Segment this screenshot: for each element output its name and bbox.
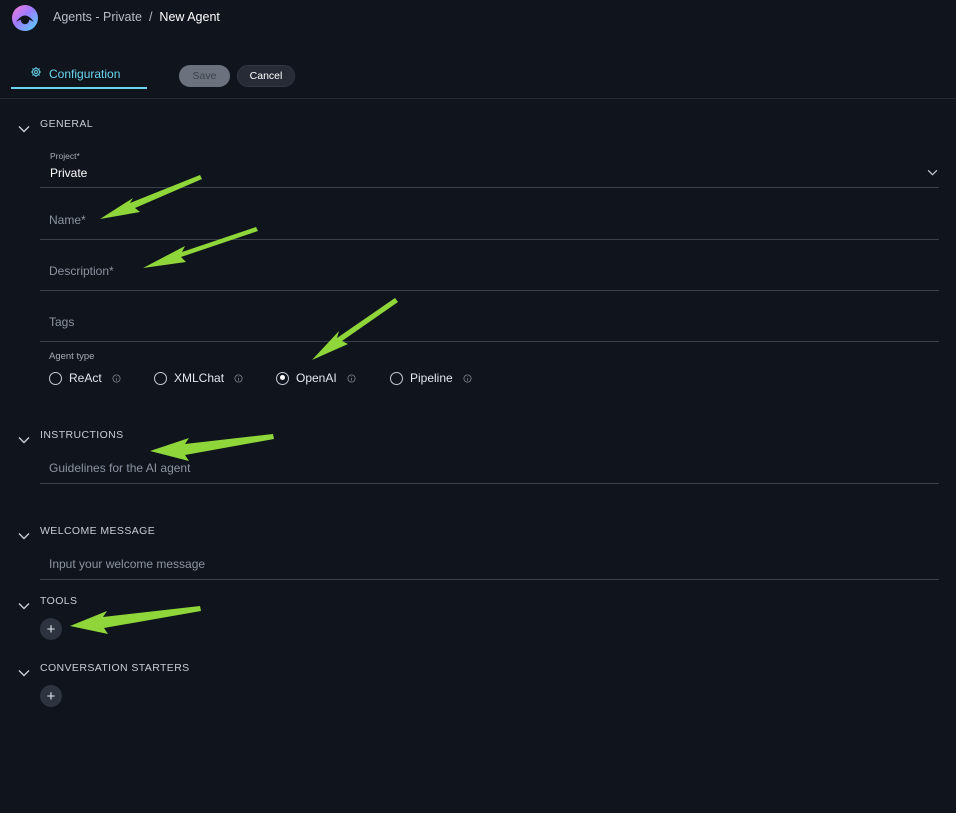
app-logo-icon[interactable] (10, 3, 40, 33)
section-title-general: GENERAL (40, 118, 93, 130)
section-title-conversation-starters: CONVERSATION STARTERS (40, 662, 190, 674)
agent-type-option-label: XMLChat (174, 371, 225, 385)
info-icon[interactable] (112, 373, 121, 383)
project-select[interactable]: Project* Private (40, 149, 939, 187)
annotation-arrow (312, 298, 398, 360)
description-underline (40, 290, 939, 291)
add-conversation-starter-button[interactable]: + (40, 685, 62, 707)
tab-configuration[interactable]: Configuration (11, 60, 147, 89)
radio-button[interactable] (390, 371, 403, 385)
agent-type-option-openai[interactable]: OpenAI (276, 371, 390, 385)
info-icon[interactable] (234, 373, 243, 383)
agent-type-radio-group: ReAct XMLChat OpenAI Pipeline (49, 371, 472, 385)
gear-icon (30, 66, 42, 81)
section-title-tools: TOOLS (40, 595, 78, 607)
instructions-field[interactable]: Guidelines for the AI agent (49, 461, 929, 475)
tags-underline (40, 341, 939, 342)
annotation-arrow (143, 227, 258, 268)
annotation-arrows (70, 175, 398, 634)
agent-type-label: Agent type (49, 351, 95, 362)
chevron-down-icon (927, 169, 938, 176)
welcome-message-underline (40, 579, 939, 580)
chevron-down-icon (18, 670, 30, 677)
instructions-collapse-toggle[interactable] (18, 431, 30, 449)
chevron-down-icon (18, 437, 30, 444)
breadcrumb: Agents - Private / New Agent (53, 10, 220, 24)
breadcrumb-separator: / (148, 10, 153, 24)
section-title-instructions: INSTRUCTIONS (40, 429, 124, 441)
tab-configuration-label: Configuration (49, 66, 121, 81)
name-underline (40, 239, 939, 240)
header-divider (0, 98, 956, 99)
annotation-arrow (150, 434, 274, 461)
radio-button[interactable] (154, 371, 167, 385)
agent-type-option-xmlchat[interactable]: XMLChat (154, 371, 276, 385)
welcome-collapse-toggle[interactable] (18, 527, 30, 545)
general-collapse-toggle[interactable] (18, 120, 30, 138)
save-button[interactable]: Save (179, 65, 230, 87)
add-tool-button[interactable]: + (40, 618, 62, 640)
chevron-down-icon (18, 126, 30, 133)
name-field[interactable]: Name* (49, 213, 929, 227)
cancel-button[interactable]: Cancel (237, 65, 295, 87)
radio-button-selected[interactable] (276, 371, 289, 385)
agent-type-option-label: Pipeline (410, 371, 453, 385)
description-field[interactable]: Description* (49, 264, 929, 278)
page-title: New Agent (159, 10, 220, 24)
agent-type-option-pipeline[interactable]: Pipeline (390, 371, 472, 385)
instructions-underline (40, 483, 939, 484)
section-title-welcome-message: WELCOME MESSAGE (40, 525, 156, 537)
starters-collapse-toggle[interactable] (18, 664, 30, 682)
info-icon[interactable] (347, 373, 356, 383)
breadcrumb-parent-link[interactable]: Agents - Private (53, 10, 142, 24)
project-value: Private (50, 166, 88, 180)
annotation-arrow (70, 606, 201, 634)
project-underline (40, 187, 939, 188)
tags-field[interactable]: Tags (49, 315, 929, 329)
chevron-down-icon (18, 603, 30, 610)
agent-type-option-react[interactable]: ReAct (49, 371, 154, 385)
info-icon[interactable] (463, 373, 472, 383)
radio-button[interactable] (49, 371, 62, 385)
tools-collapse-toggle[interactable] (18, 597, 30, 615)
agent-type-option-label: OpenAI (296, 371, 337, 385)
chevron-down-icon (18, 533, 30, 540)
agent-type-option-label: ReAct (69, 371, 102, 385)
welcome-message-field[interactable]: Input your welcome message (49, 557, 929, 571)
project-label: Project* (50, 151, 80, 161)
